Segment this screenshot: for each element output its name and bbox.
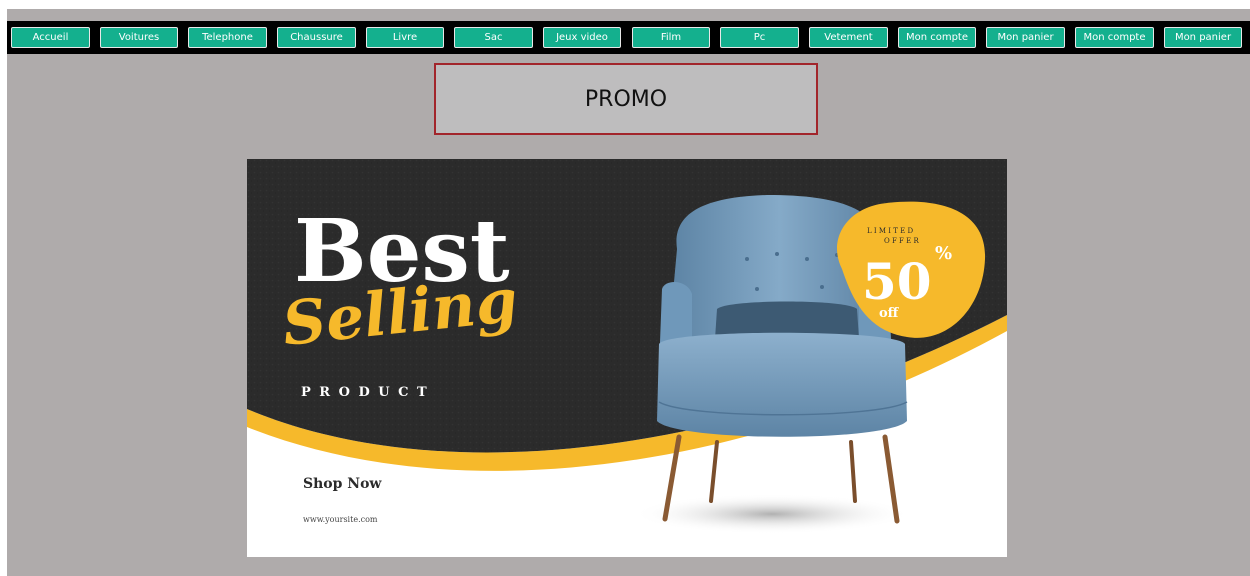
promo-box: PROMO: [434, 63, 818, 135]
badge-offer-text: O F F E R: [884, 237, 919, 245]
badge-limited-text: L I M I T E D: [867, 227, 913, 235]
badge-off-text: off: [879, 306, 900, 321]
chair-shadow: [632, 494, 912, 534]
badge-value-text: 50: [862, 252, 932, 311]
nav-livre-button[interactable]: Livre: [366, 27, 444, 48]
shop-now-link[interactable]: Shop Now: [303, 476, 382, 492]
promo-label: PROMO: [584, 86, 668, 112]
nav-sac-button[interactable]: Sac: [454, 27, 533, 48]
nav-telephone-button[interactable]: Telephone: [188, 27, 267, 48]
nav-jeux-video-button[interactable]: Jeux video: [543, 27, 621, 48]
nav-pc-button[interactable]: Pc: [720, 27, 799, 48]
nav-mon-compte-button[interactable]: Mon compte: [898, 27, 976, 48]
product-subheading: P R O D U C T: [301, 385, 429, 400]
banner-artwork: Best Selling P R O D U C T L I M I T E D…: [247, 159, 1007, 557]
nav-mon-panier-2-button[interactable]: Mon panier: [1164, 27, 1242, 48]
nav-voitures-button[interactable]: Voitures: [100, 27, 178, 48]
nav-chaussure-button[interactable]: Chaussure: [277, 27, 356, 48]
nav-vetement-button[interactable]: Vetement: [809, 27, 888, 48]
nav-mon-compte-2-button[interactable]: Mon compte: [1075, 27, 1154, 48]
nav-accueil-button[interactable]: Accueil: [11, 27, 90, 48]
website-url: www.yoursite.com: [303, 515, 378, 524]
nav-mon-panier-button[interactable]: Mon panier: [986, 27, 1065, 48]
badge-percent-text: %: [935, 243, 952, 264]
page-background: Accueil Voitures Telephone Chaussure Liv…: [7, 9, 1250, 576]
nav-film-button[interactable]: Film: [632, 27, 710, 48]
best-selling-banner[interactable]: Best Selling P R O D U C T L I M I T E D…: [247, 159, 1007, 557]
top-navbar: Accueil Voitures Telephone Chaussure Liv…: [7, 21, 1250, 54]
